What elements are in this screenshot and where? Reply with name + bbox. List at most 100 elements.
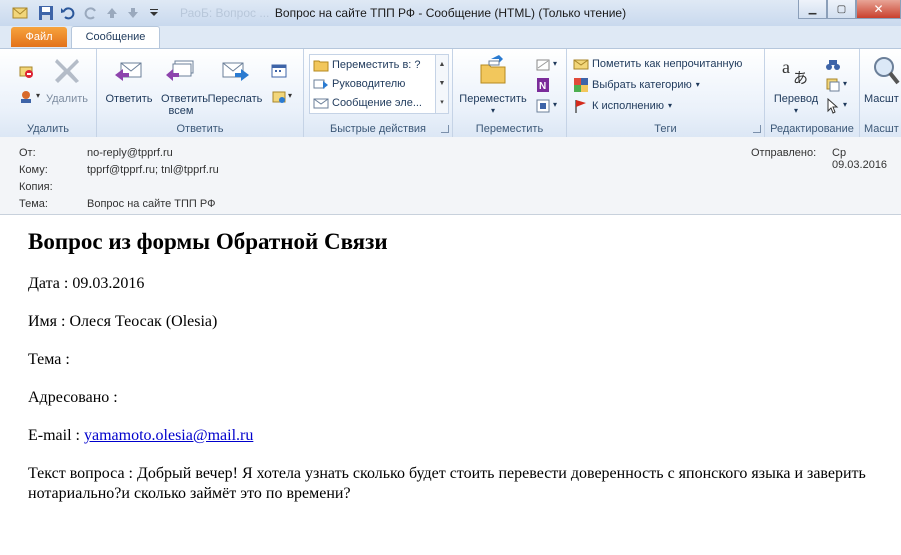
zoom-group-label: Масшт bbox=[864, 123, 899, 135]
meeting-icon[interactable] bbox=[271, 63, 287, 79]
find-icon[interactable] bbox=[825, 57, 841, 73]
to-value[interactable]: tpprf@tpprf.ru; tnl@tpprf.ru bbox=[87, 164, 219, 176]
minimize-button[interactable]: ▁ bbox=[798, 0, 827, 19]
reply-group: Ответить Ответить всем Переслать ▾ Ответ… bbox=[97, 49, 304, 137]
delete-group: ▾ Удалить Удалить bbox=[0, 49, 97, 137]
quick-step-manager[interactable]: Руководителю bbox=[313, 75, 405, 93]
forward-button[interactable]: Переслать bbox=[207, 53, 263, 105]
actions-icon[interactable] bbox=[535, 98, 551, 114]
onenote-icon[interactable]: N bbox=[535, 77, 551, 93]
actions-dropdown-icon[interactable]: ▾ bbox=[553, 100, 557, 109]
zoom-icon bbox=[874, 57, 900, 85]
cleanup-dropdown-icon[interactable]: ▾ bbox=[36, 91, 40, 100]
related-icon[interactable] bbox=[825, 77, 841, 93]
rules-icon[interactable] bbox=[535, 57, 551, 73]
quick-step-email[interactable]: Сообщение эле... bbox=[313, 94, 422, 112]
tags-group: Пометить как непрочитанную Выбрать катег… bbox=[567, 49, 765, 137]
delete-icon bbox=[55, 59, 79, 83]
categorize-icon bbox=[574, 78, 588, 92]
email-link[interactable]: yamamoto.olesia@mail.ru bbox=[84, 427, 253, 444]
folder-move-icon bbox=[313, 60, 329, 72]
translate-icon: a あ bbox=[782, 57, 808, 87]
reply-button[interactable]: Ответить bbox=[103, 53, 155, 105]
follow-up-dropdown-icon: ▾ bbox=[668, 101, 673, 110]
move-dropdown-icon: ▾ bbox=[490, 106, 495, 115]
quick-step-move-to[interactable]: Переместить в: ? bbox=[313, 56, 421, 74]
body-name: Имя : Олеся Теосак (Olesia) bbox=[28, 313, 218, 330]
reply-all-label: Ответить всем bbox=[161, 93, 209, 117]
quick-steps-gallery: Переместить в: ? Руководителю Сообщение … bbox=[309, 54, 449, 114]
categorize-button[interactable]: Выбрать категорию ▾ bbox=[573, 76, 700, 94]
move-group-label: Переместить bbox=[475, 123, 544, 135]
sent-value: Ср 09.03.2016 bbox=[832, 147, 888, 171]
tags-launcher[interactable] bbox=[753, 125, 761, 133]
more-respond-dropdown-icon[interactable]: ▾ bbox=[288, 91, 292, 100]
zoom-group: Масшт Масшт bbox=[860, 49, 901, 137]
related-dropdown-icon[interactable]: ▾ bbox=[843, 79, 847, 88]
body-addressed: Адресовано : bbox=[28, 389, 118, 406]
svg-text:N: N bbox=[539, 81, 546, 92]
select-dropdown-icon[interactable]: ▾ bbox=[843, 100, 847, 109]
move-label: Переместить bbox=[459, 93, 527, 105]
move-group: Переместить ▾ N ▾ ▾ Переместить bbox=[453, 49, 567, 137]
body-heading: Вопрос из формы Обратной Связи bbox=[28, 229, 388, 254]
title-bar: РаоБ: Вопрос ... Вопрос на сайте ТПП РФ … bbox=[0, 0, 901, 27]
forward-icon bbox=[222, 62, 249, 81]
reply-icon bbox=[115, 62, 142, 81]
zoom-button[interactable]: Масшт bbox=[864, 53, 901, 105]
body-email: E-mail : yamamoto.olesia@mail.ru bbox=[28, 427, 253, 445]
follow-up-button[interactable]: К исполнению ▾ bbox=[573, 97, 672, 115]
reply-all-button[interactable]: Ответить всем bbox=[155, 53, 209, 117]
from-label: От: bbox=[19, 147, 36, 159]
delete-button[interactable]: Удалить bbox=[44, 53, 90, 105]
mark-unread-label: Пометить как непрочитанную bbox=[592, 58, 743, 70]
maximize-button[interactable]: ▢ bbox=[827, 0, 856, 19]
mark-unread-button[interactable]: Пометить как непрочитанную bbox=[573, 55, 742, 73]
reply-label: Ответить bbox=[105, 93, 153, 105]
tags-group-label: Теги bbox=[654, 123, 677, 135]
body-topic: Тема : bbox=[28, 351, 70, 368]
mail-icon bbox=[313, 98, 329, 109]
quick-steps-group: Переместить в: ? Руководителю Сообщение … bbox=[304, 49, 453, 137]
minimize-icon: ▁ bbox=[808, 3, 817, 15]
zoom-label: Масшт bbox=[864, 93, 899, 105]
select-icon[interactable] bbox=[825, 98, 841, 114]
move-button[interactable]: Переместить ▾ bbox=[457, 53, 529, 117]
maximize-icon: ▢ bbox=[836, 3, 847, 15]
translate-button[interactable]: a あ Перевод ▾ bbox=[769, 53, 823, 117]
gallery-scroll[interactable]: ▲ ▼ ▾ bbox=[435, 55, 448, 113]
gallery-up-icon[interactable]: ▲ bbox=[436, 55, 448, 74]
body-date: Дата : 09.03.2016 bbox=[28, 275, 145, 292]
delete-label: Удалить bbox=[46, 93, 88, 105]
reply-all-icon bbox=[166, 60, 194, 81]
gallery-more-icon[interactable]: ▾ bbox=[436, 93, 448, 112]
forward-arrow-icon bbox=[313, 79, 328, 89]
editing-group: a あ Перевод ▾ ▾ ▾ Редактирование bbox=[765, 49, 860, 137]
window-controls: ▁ ▢ ✕ bbox=[798, 0, 901, 20]
body-question-line2: нотариально?и сколько займёт это по врем… bbox=[28, 485, 351, 502]
quick-steps-group-label: Быстрые действия bbox=[329, 123, 427, 135]
to-label: Кому: bbox=[19, 164, 48, 176]
quick-step-label: Сообщение эле... bbox=[332, 97, 422, 109]
rules-dropdown-icon[interactable]: ▾ bbox=[553, 59, 557, 68]
ignore-icon[interactable] bbox=[18, 63, 34, 79]
quick-step-label: Переместить в: ? bbox=[332, 59, 421, 71]
cc-label: Копия: bbox=[19, 181, 53, 193]
more-respond-icon[interactable] bbox=[271, 89, 287, 105]
follow-up-label: К исполнению bbox=[592, 100, 665, 112]
window-title: Вопрос на сайте ТПП РФ - Сообщение (HTML… bbox=[274, 6, 627, 20]
subject-label: Тема: bbox=[19, 198, 48, 210]
ribbon: ▾ Удалить Удалить Ответить Ответить всем bbox=[0, 48, 901, 138]
close-button[interactable]: ✕ bbox=[856, 0, 901, 19]
sent-label: Отправлено: bbox=[751, 147, 817, 159]
mark-unread-icon bbox=[573, 59, 589, 70]
svg-text:あ: あ bbox=[793, 69, 808, 87]
email-label: E-mail : bbox=[28, 427, 84, 444]
tab-message[interactable]: Сообщение bbox=[71, 26, 160, 48]
translate-dropdown-icon: ▾ bbox=[793, 106, 798, 115]
tab-file[interactable]: Файл bbox=[11, 27, 67, 47]
quick-steps-launcher[interactable] bbox=[441, 125, 449, 133]
gallery-down-icon[interactable]: ▼ bbox=[436, 74, 448, 93]
cleanup-icon[interactable] bbox=[18, 89, 34, 105]
from-value[interactable]: no-reply@tpprf.ru bbox=[87, 147, 173, 159]
